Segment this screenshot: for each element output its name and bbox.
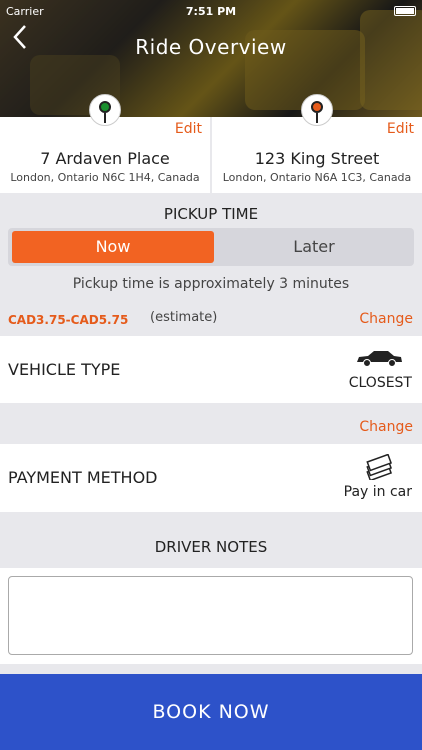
pickup-address-card: Edit 7 Ardaven Place London, Ontario N6C… [0, 94, 210, 193]
dropoff-city: London, Ontario N6A 1C3, Canada [222, 171, 412, 184]
page-title: Ride Overview [135, 35, 287, 59]
driver-notes-label: DRIVER NOTES [154, 538, 268, 556]
money-icon [366, 454, 393, 480]
dropoff-address-card: Edit 123 King Street London, Ontario N6A… [212, 94, 422, 193]
payment-method-value: Pay in car [343, 484, 412, 500]
change-vehicle-button[interactable]: Change [359, 311, 413, 327]
driver-notes-container [0, 568, 422, 664]
pickup-time-toggle: Now Later [8, 228, 414, 266]
vehicle-type-label: VEHICLE TYPE [8, 360, 121, 379]
status-bar: Carrier 7:51 PM [0, 2, 422, 20]
edit-pickup-button[interactable]: Edit [175, 121, 202, 137]
pickup-street: 7 Ardaven Place [40, 149, 170, 168]
fare-range: CAD3.75-CAD5.75 [8, 313, 129, 327]
pickup-pin-icon [89, 94, 121, 126]
change-payment-button[interactable]: Change [359, 419, 413, 435]
car-icon [357, 351, 402, 367]
payment-method-row[interactable]: PAYMENT METHOD Pay in car [0, 444, 422, 512]
edit-dropoff-button[interactable]: Edit [387, 121, 414, 137]
dropoff-street: 123 King Street [254, 149, 380, 168]
later-option[interactable]: Later [218, 231, 410, 263]
battery-icon [394, 6, 416, 16]
dropoff-pin-icon [301, 94, 333, 126]
book-now-button[interactable]: BOOK NOW [0, 674, 422, 750]
pickup-time-label: PICKUP TIME [163, 205, 259, 223]
vehicle-type-value: CLOSEST [348, 375, 412, 391]
payment-method-label: PAYMENT METHOD [8, 468, 158, 487]
vehicle-type-row[interactable]: VEHICLE TYPE CLOSEST [0, 336, 422, 403]
fare-estimate-label: (estimate) [150, 310, 218, 325]
header: Carrier 7:51 PM Ride Overview [0, 0, 422, 117]
now-option[interactable]: Now [12, 231, 214, 263]
driver-notes-input[interactable] [8, 576, 413, 655]
clock: 7:51 PM [185, 5, 237, 18]
pickup-eta-text: Pickup time is approximately 3 minutes [72, 276, 350, 292]
pickup-city: London, Ontario N6C 1H4, Canada [10, 171, 200, 184]
